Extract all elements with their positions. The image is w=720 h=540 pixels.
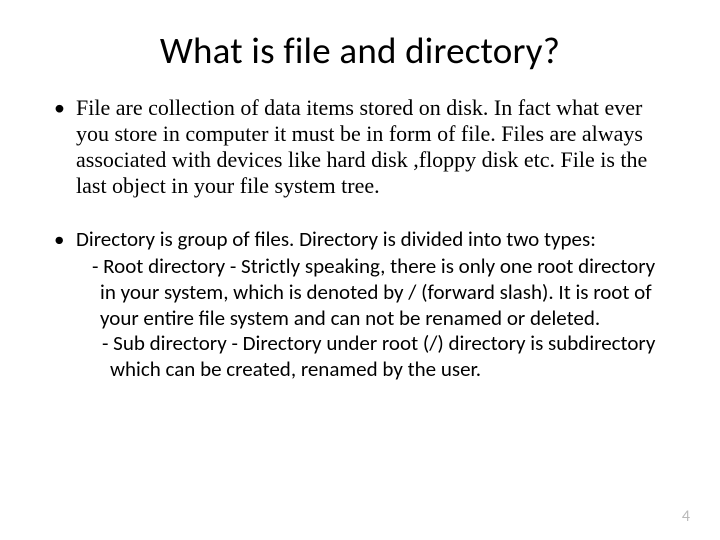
slide-content: What is file and directory? • File are c… — [0, 0, 720, 402]
bullet-item-directory: • Directory is group of files. Directory… — [48, 227, 672, 253]
slide-title: What is file and directory? — [48, 28, 672, 73]
sub-item-sub-directory: - Sub directory - Directory under root (… — [84, 331, 672, 382]
bullet-marker: • — [48, 227, 76, 253]
bullet-marker: • — [48, 95, 76, 199]
page-number: 4 — [682, 507, 690, 526]
bullet-text-directory: Directory is group of files. Directory i… — [76, 227, 596, 253]
sub-item-root-directory: - Root directory - Strictly speaking, th… — [84, 254, 672, 331]
bullet-item-file: • File are collection of data items stor… — [48, 95, 672, 199]
bullet-text-file: File are collection of data items stored… — [76, 95, 672, 199]
